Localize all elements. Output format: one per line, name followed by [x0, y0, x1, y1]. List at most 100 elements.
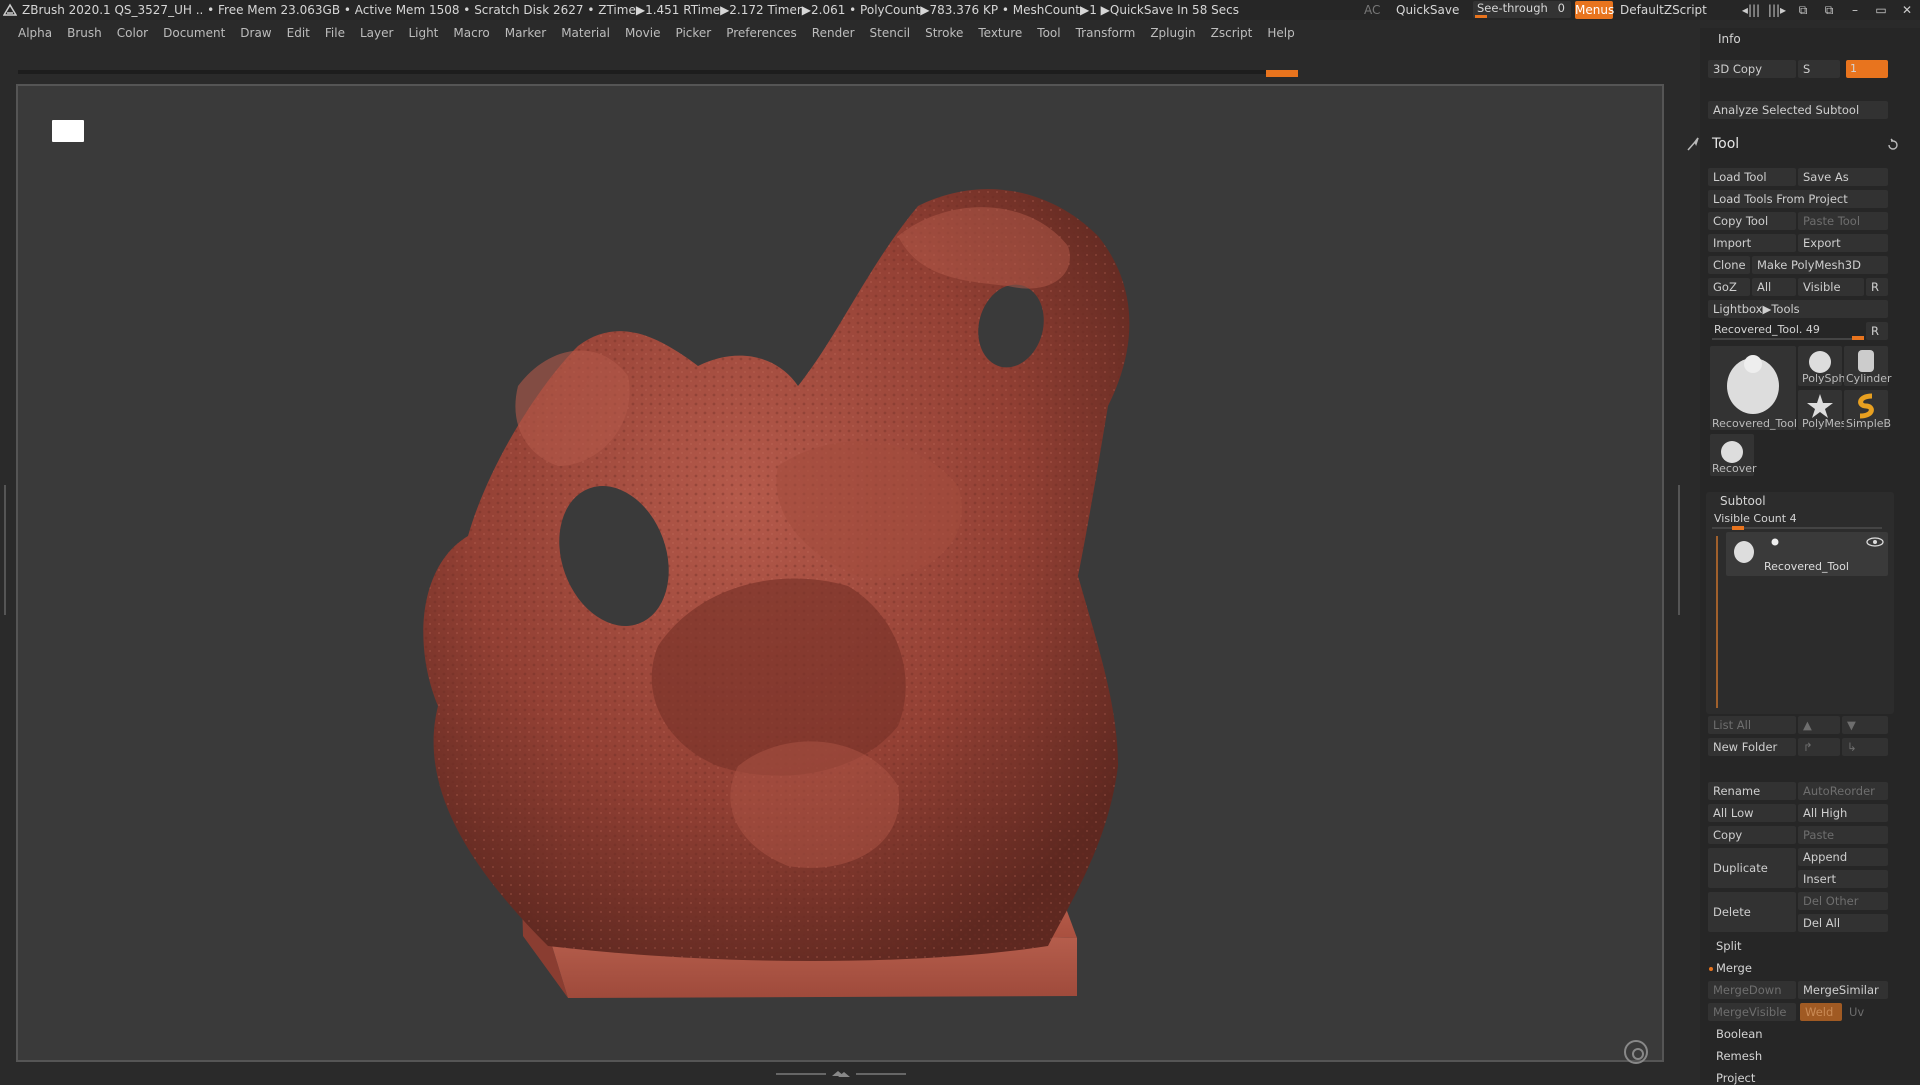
menu-file[interactable]: File — [317, 20, 352, 46]
move-up-button[interactable]: ▲ — [1798, 716, 1840, 734]
menu-color[interactable]: Color — [109, 20, 155, 46]
insert-button[interactable]: Insert — [1798, 870, 1888, 888]
visible-count-label[interactable]: Visible Count 4 — [1714, 512, 1797, 525]
list-all-button[interactable]: List All — [1708, 716, 1796, 734]
minimize-icon[interactable]: – — [1842, 0, 1868, 20]
split-section[interactable]: Split — [1716, 939, 1742, 953]
menu-movie[interactable]: Movie — [617, 20, 668, 46]
camera-view-icon[interactable] — [52, 120, 84, 142]
all-high-button[interactable]: All High — [1798, 804, 1888, 822]
del-other-button[interactable]: Del Other — [1798, 892, 1888, 910]
reset-icon[interactable] — [1886, 138, 1900, 152]
default-zscript-button[interactable]: DefaultZScript — [1620, 0, 1707, 20]
menu-zscript[interactable]: Zscript — [1203, 20, 1260, 46]
visible-count-knob[interactable] — [1732, 526, 1744, 530]
move-down-button[interactable]: ▼ — [1842, 716, 1888, 734]
menu-marker[interactable]: Marker — [497, 20, 553, 46]
duplicate-button[interactable]: Duplicate — [1708, 848, 1796, 888]
ac-toggle[interactable]: AC — [1364, 0, 1380, 20]
goz-r-button[interactable]: R — [1866, 278, 1888, 296]
copy-button[interactable]: Copy — [1708, 826, 1796, 844]
delete-button[interactable]: Delete — [1708, 892, 1796, 932]
menu-alpha[interactable]: Alpha — [0, 20, 59, 46]
load-tool-button[interactable]: Load Tool — [1708, 168, 1796, 186]
load-tools-from-project-button[interactable]: Load Tools From Project — [1708, 190, 1888, 208]
menu-draw[interactable]: Draw — [232, 20, 278, 46]
navigation-gizmo-icon[interactable] — [1624, 1040, 1648, 1064]
copy-3d-button[interactable]: 3D Copy — [1708, 60, 1796, 78]
boolean-section[interactable]: Boolean — [1716, 1027, 1763, 1041]
menu-edit[interactable]: Edit — [279, 20, 317, 46]
lightbox-tools-button[interactable]: Lightbox▶Tools — [1708, 300, 1888, 318]
import-button[interactable]: Import — [1708, 234, 1796, 252]
menu-stencil[interactable]: Stencil — [862, 20, 918, 46]
tool-section-title[interactable]: Tool — [1712, 136, 1739, 152]
shrink-icon[interactable]: ◂||| — [1738, 0, 1764, 20]
merge-similar-button[interactable]: MergeSimilar — [1798, 981, 1888, 999]
uv-toggle[interactable]: Uv — [1844, 1003, 1888, 1021]
folder-down-button[interactable]: ↳ — [1842, 738, 1888, 756]
copy-3d-s-button[interactable]: S — [1798, 60, 1840, 78]
layout-alt-icon[interactable]: ⧉ — [1816, 0, 1842, 20]
remesh-section[interactable]: Remesh — [1716, 1049, 1762, 1063]
export-button[interactable]: Export — [1798, 234, 1888, 252]
goz-all-button[interactable]: All — [1752, 278, 1796, 296]
current-tool-slider-label[interactable]: Recovered_Tool. 49 — [1714, 323, 1820, 336]
bottom-tray-handle[interactable] — [776, 1070, 906, 1078]
current-tool-slider-knob[interactable] — [1852, 336, 1864, 340]
merge-visible-button[interactable]: MergeVisible — [1708, 1003, 1796, 1021]
subtool-item[interactable]: Recovered_Tool — [1726, 532, 1888, 576]
close-icon[interactable]: ✕ — [1894, 0, 1920, 20]
merge-section[interactable]: Merge — [1716, 961, 1752, 975]
canvas-viewport[interactable] — [16, 84, 1664, 1062]
menu-help[interactable]: Help — [1259, 20, 1301, 46]
make-polymesh3d-button[interactable]: Make PolyMesh3D — [1752, 256, 1888, 274]
new-folder-button[interactable]: New Folder — [1708, 738, 1796, 756]
menu-material[interactable]: Material — [553, 20, 617, 46]
eye-icon[interactable] — [1866, 536, 1884, 548]
merge-down-button[interactable]: MergeDown — [1708, 981, 1796, 999]
quicksave-button[interactable]: QuickSave — [1396, 0, 1459, 20]
save-as-button[interactable]: Save As — [1798, 168, 1888, 186]
paste-button[interactable]: Paste — [1798, 826, 1888, 844]
menu-texture[interactable]: Texture — [970, 20, 1029, 46]
see-through-slider[interactable]: See-through 0 — [1473, 1, 1571, 18]
copy-tool-button[interactable]: Copy Tool — [1708, 212, 1796, 230]
left-tray-handle[interactable] — [4, 485, 14, 615]
analyze-subtool-button[interactable]: Analyze Selected Subtool — [1708, 101, 1888, 119]
auto-reorder-button[interactable]: AutoReorder — [1798, 782, 1888, 800]
rename-button[interactable]: Rename — [1708, 782, 1796, 800]
menu-document[interactable]: Document — [155, 20, 232, 46]
goz-button[interactable]: GoZ — [1708, 278, 1750, 296]
expand-icon[interactable]: |||▸ — [1764, 0, 1790, 20]
menu-layer[interactable]: Layer — [352, 20, 400, 46]
del-all-button[interactable]: Del All — [1798, 914, 1888, 932]
polyframe-icon[interactable] — [1768, 538, 1782, 546]
weld-toggle[interactable]: Weld — [1800, 1003, 1842, 1021]
layout-icon[interactable]: ⧉ — [1790, 0, 1816, 20]
menu-preferences[interactable]: Preferences — [718, 20, 804, 46]
goz-visible-button[interactable]: Visible — [1798, 278, 1864, 296]
project-section[interactable]: Project — [1716, 1071, 1755, 1085]
right-tray-handle[interactable] — [1670, 485, 1680, 615]
maximize-icon[interactable]: ▭ — [1868, 0, 1894, 20]
menu-tool[interactable]: Tool — [1029, 20, 1067, 46]
info-label[interactable]: Info — [1718, 32, 1741, 46]
current-tool-r-button[interactable]: R — [1866, 322, 1888, 340]
all-low-button[interactable]: All Low — [1708, 804, 1796, 822]
menu-macro[interactable]: Macro — [445, 20, 496, 46]
menus-toggle-button[interactable]: Menus — [1575, 1, 1614, 19]
append-button[interactable]: Append — [1798, 848, 1888, 866]
subtool-scroll-indicator[interactable] — [1716, 536, 1718, 708]
menu-render[interactable]: Render — [804, 20, 862, 46]
menu-zplugin[interactable]: Zplugin — [1142, 20, 1202, 46]
folder-up-button[interactable]: ↱ — [1798, 738, 1840, 756]
menu-stroke[interactable]: Stroke — [917, 20, 970, 46]
menu-light[interactable]: Light — [400, 20, 445, 46]
menu-transform[interactable]: Transform — [1068, 20, 1143, 46]
paste-tool-button[interactable]: Paste Tool — [1798, 212, 1888, 230]
subtool-section-title[interactable]: Subtool — [1720, 494, 1766, 508]
menu-picker[interactable]: Picker — [667, 20, 718, 46]
menu-brush[interactable]: Brush — [59, 20, 109, 46]
clone-button[interactable]: Clone — [1708, 256, 1750, 274]
